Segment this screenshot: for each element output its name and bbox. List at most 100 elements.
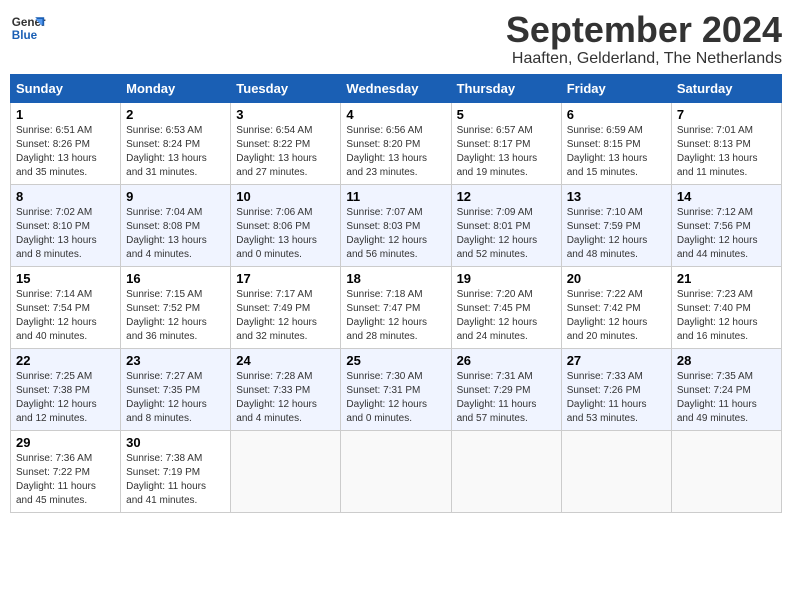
calendar-table: Sunday Monday Tuesday Wednesday Thursday…	[10, 74, 782, 513]
calendar-cell: 21 Sunrise: 7:23 AMSunset: 7:40 PMDaylig…	[671, 266, 781, 348]
day-number: 12	[457, 189, 556, 204]
day-number: 26	[457, 353, 556, 368]
day-number: 4	[346, 107, 445, 122]
calendar-cell: 12 Sunrise: 7:09 AMSunset: 8:01 PMDaylig…	[451, 184, 561, 266]
day-info: Sunrise: 7:10 AMSunset: 7:59 PMDaylight:…	[567, 207, 648, 260]
calendar-cell: 16 Sunrise: 7:15 AMSunset: 7:52 PMDaylig…	[121, 266, 231, 348]
calendar-cell: 6 Sunrise: 6:59 AMSunset: 8:15 PMDayligh…	[561, 102, 671, 184]
page-header: General Blue September 2024 Haaften, Gel…	[10, 10, 782, 68]
calendar-cell: 15 Sunrise: 7:14 AMSunset: 7:54 PMDaylig…	[11, 266, 121, 348]
calendar-cell: 17 Sunrise: 7:17 AMSunset: 7:49 PMDaylig…	[231, 266, 341, 348]
calendar-week-row: 1 Sunrise: 6:51 AMSunset: 8:26 PMDayligh…	[11, 102, 782, 184]
header-monday: Monday	[121, 74, 231, 102]
header-wednesday: Wednesday	[341, 74, 451, 102]
day-info: Sunrise: 7:09 AMSunset: 8:01 PMDaylight:…	[457, 207, 538, 260]
day-info: Sunrise: 7:20 AMSunset: 7:45 PMDaylight:…	[457, 289, 538, 342]
calendar-cell: 11 Sunrise: 7:07 AMSunset: 8:03 PMDaylig…	[341, 184, 451, 266]
calendar-cell: 7 Sunrise: 7:01 AMSunset: 8:13 PMDayligh…	[671, 102, 781, 184]
day-number: 29	[16, 435, 115, 450]
calendar-cell: 26 Sunrise: 7:31 AMSunset: 7:29 PMDaylig…	[451, 348, 561, 430]
day-number: 15	[16, 271, 115, 286]
calendar-header-row: Sunday Monday Tuesday Wednesday Thursday…	[11, 74, 782, 102]
calendar-cell: 25 Sunrise: 7:30 AMSunset: 7:31 PMDaylig…	[341, 348, 451, 430]
day-number: 18	[346, 271, 445, 286]
calendar-cell: 3 Sunrise: 6:54 AMSunset: 8:22 PMDayligh…	[231, 102, 341, 184]
day-number: 23	[126, 353, 225, 368]
calendar-week-row: 22 Sunrise: 7:25 AMSunset: 7:38 PMDaylig…	[11, 348, 782, 430]
calendar-cell: 30 Sunrise: 7:38 AMSunset: 7:19 PMDaylig…	[121, 430, 231, 512]
day-info: Sunrise: 7:18 AMSunset: 7:47 PMDaylight:…	[346, 289, 427, 342]
svg-text:Blue: Blue	[12, 29, 38, 42]
day-info: Sunrise: 7:27 AMSunset: 7:35 PMDaylight:…	[126, 371, 207, 424]
logo-icon: General Blue	[10, 10, 46, 46]
day-number: 21	[677, 271, 776, 286]
day-number: 8	[16, 189, 115, 204]
day-info: Sunrise: 6:51 AMSunset: 8:26 PMDaylight:…	[16, 125, 97, 178]
day-info: Sunrise: 7:38 AMSunset: 7:19 PMDaylight:…	[126, 453, 206, 506]
day-number: 7	[677, 107, 776, 122]
day-number: 3	[236, 107, 335, 122]
header-thursday: Thursday	[451, 74, 561, 102]
calendar-week-row: 15 Sunrise: 7:14 AMSunset: 7:54 PMDaylig…	[11, 266, 782, 348]
day-info: Sunrise: 7:30 AMSunset: 7:31 PMDaylight:…	[346, 371, 427, 424]
header-sunday: Sunday	[11, 74, 121, 102]
day-number: 6	[567, 107, 666, 122]
day-info: Sunrise: 6:59 AMSunset: 8:15 PMDaylight:…	[567, 125, 648, 178]
header-friday: Friday	[561, 74, 671, 102]
day-info: Sunrise: 7:28 AMSunset: 7:33 PMDaylight:…	[236, 371, 317, 424]
day-info: Sunrise: 7:25 AMSunset: 7:38 PMDaylight:…	[16, 371, 97, 424]
header-tuesday: Tuesday	[231, 74, 341, 102]
day-number: 1	[16, 107, 115, 122]
calendar-cell: 29 Sunrise: 7:36 AMSunset: 7:22 PMDaylig…	[11, 430, 121, 512]
day-info: Sunrise: 7:35 AMSunset: 7:24 PMDaylight:…	[677, 371, 757, 424]
day-number: 13	[567, 189, 666, 204]
day-info: Sunrise: 7:02 AMSunset: 8:10 PMDaylight:…	[16, 207, 97, 260]
calendar-cell: 23 Sunrise: 7:27 AMSunset: 7:35 PMDaylig…	[121, 348, 231, 430]
title-area: September 2024 Haaften, Gelderland, The …	[506, 10, 782, 68]
day-info: Sunrise: 7:31 AMSunset: 7:29 PMDaylight:…	[457, 371, 537, 424]
day-info: Sunrise: 7:36 AMSunset: 7:22 PMDaylight:…	[16, 453, 96, 506]
day-info: Sunrise: 7:17 AMSunset: 7:49 PMDaylight:…	[236, 289, 317, 342]
day-number: 30	[126, 435, 225, 450]
calendar-week-row: 29 Sunrise: 7:36 AMSunset: 7:22 PMDaylig…	[11, 430, 782, 512]
calendar-cell: 1 Sunrise: 6:51 AMSunset: 8:26 PMDayligh…	[11, 102, 121, 184]
calendar-cell: 14 Sunrise: 7:12 AMSunset: 7:56 PMDaylig…	[671, 184, 781, 266]
calendar-cell	[671, 430, 781, 512]
header-saturday: Saturday	[671, 74, 781, 102]
day-number: 25	[346, 353, 445, 368]
calendar-cell	[451, 430, 561, 512]
day-number: 2	[126, 107, 225, 122]
calendar-cell: 5 Sunrise: 6:57 AMSunset: 8:17 PMDayligh…	[451, 102, 561, 184]
day-number: 20	[567, 271, 666, 286]
calendar-cell: 9 Sunrise: 7:04 AMSunset: 8:08 PMDayligh…	[121, 184, 231, 266]
calendar-cell: 13 Sunrise: 7:10 AMSunset: 7:59 PMDaylig…	[561, 184, 671, 266]
calendar-cell: 22 Sunrise: 7:25 AMSunset: 7:38 PMDaylig…	[11, 348, 121, 430]
day-info: Sunrise: 7:23 AMSunset: 7:40 PMDaylight:…	[677, 289, 758, 342]
day-number: 10	[236, 189, 335, 204]
day-number: 27	[567, 353, 666, 368]
day-info: Sunrise: 7:15 AMSunset: 7:52 PMDaylight:…	[126, 289, 207, 342]
day-number: 11	[346, 189, 445, 204]
day-number: 14	[677, 189, 776, 204]
calendar-cell	[231, 430, 341, 512]
day-info: Sunrise: 7:33 AMSunset: 7:26 PMDaylight:…	[567, 371, 647, 424]
day-info: Sunrise: 7:14 AMSunset: 7:54 PMDaylight:…	[16, 289, 97, 342]
logo: General Blue	[10, 10, 46, 46]
location-title: Haaften, Gelderland, The Netherlands	[506, 50, 782, 68]
day-info: Sunrise: 6:53 AMSunset: 8:24 PMDaylight:…	[126, 125, 207, 178]
day-info: Sunrise: 7:04 AMSunset: 8:08 PMDaylight:…	[126, 207, 207, 260]
day-info: Sunrise: 7:01 AMSunset: 8:13 PMDaylight:…	[677, 125, 758, 178]
calendar-cell: 4 Sunrise: 6:56 AMSunset: 8:20 PMDayligh…	[341, 102, 451, 184]
calendar-cell: 2 Sunrise: 6:53 AMSunset: 8:24 PMDayligh…	[121, 102, 231, 184]
day-info: Sunrise: 7:07 AMSunset: 8:03 PMDaylight:…	[346, 207, 427, 260]
calendar-cell: 19 Sunrise: 7:20 AMSunset: 7:45 PMDaylig…	[451, 266, 561, 348]
day-number: 9	[126, 189, 225, 204]
day-info: Sunrise: 7:12 AMSunset: 7:56 PMDaylight:…	[677, 207, 758, 260]
calendar-cell: 20 Sunrise: 7:22 AMSunset: 7:42 PMDaylig…	[561, 266, 671, 348]
day-number: 22	[16, 353, 115, 368]
calendar-cell: 28 Sunrise: 7:35 AMSunset: 7:24 PMDaylig…	[671, 348, 781, 430]
calendar-week-row: 8 Sunrise: 7:02 AMSunset: 8:10 PMDayligh…	[11, 184, 782, 266]
calendar-cell	[341, 430, 451, 512]
calendar-cell: 24 Sunrise: 7:28 AMSunset: 7:33 PMDaylig…	[231, 348, 341, 430]
calendar-cell: 27 Sunrise: 7:33 AMSunset: 7:26 PMDaylig…	[561, 348, 671, 430]
